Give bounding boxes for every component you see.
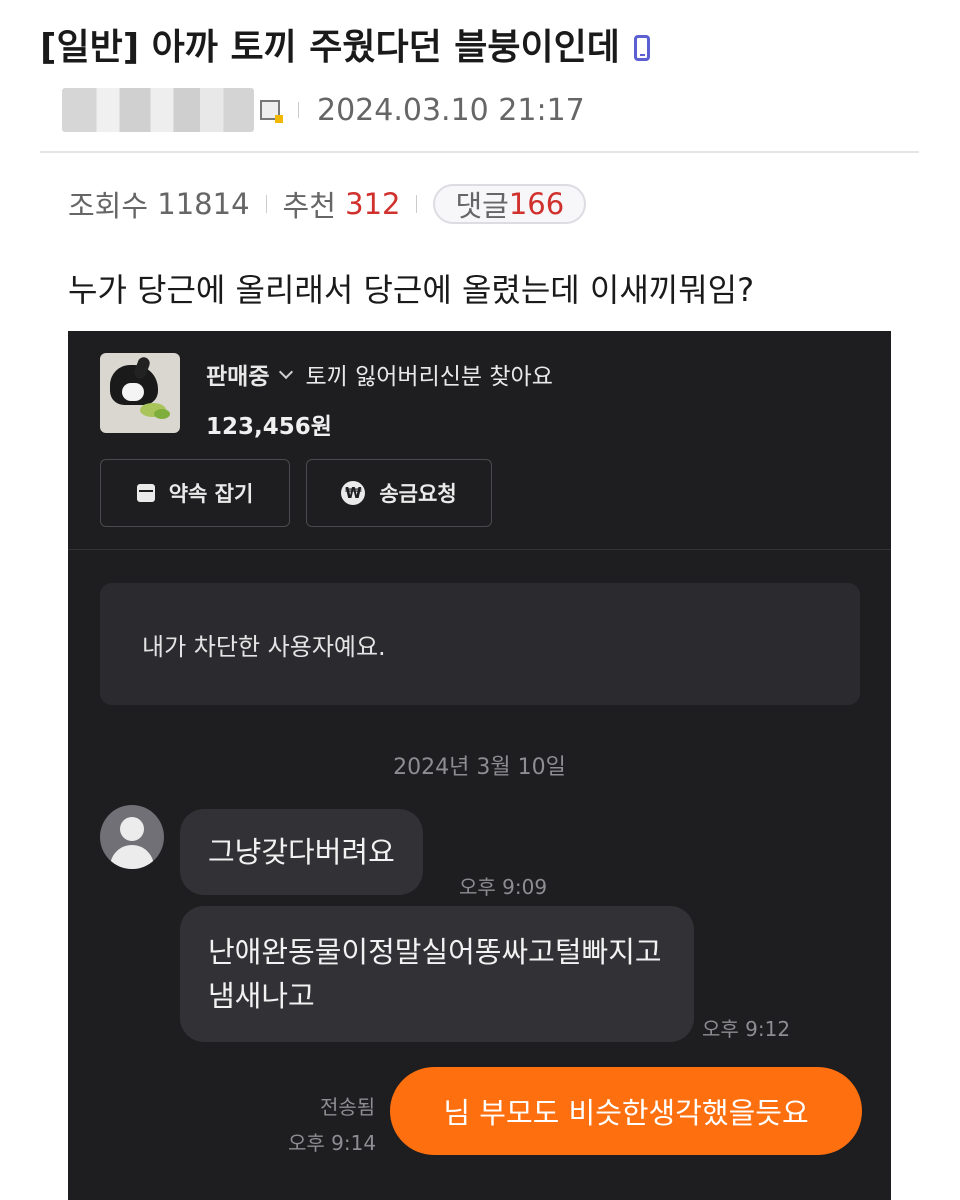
product-info: 판매중 토끼 잃어버리신분 찾아요 123,456원 bbox=[206, 357, 553, 441]
won-icon: ₩ bbox=[341, 481, 366, 505]
message-time: 오후 9:09 bbox=[459, 875, 548, 899]
chat-date-separator: 2024년 3월 10일 bbox=[393, 755, 566, 780]
lettuce-leaf bbox=[154, 409, 170, 419]
recommend-label: 추천 bbox=[282, 189, 336, 223]
stats-divider bbox=[265, 195, 267, 213]
product-thumbnail[interactable] bbox=[100, 353, 180, 433]
member-grade-icon bbox=[260, 100, 283, 123]
received-message[interactable]: 그냥갖다버려요 bbox=[180, 809, 423, 895]
default-avatar-icon[interactable] bbox=[100, 805, 164, 869]
chevron-down-icon[interactable] bbox=[279, 364, 294, 380]
blocked-user-notice: 내가 차단한 사용자예요. bbox=[100, 583, 860, 705]
stats-divider bbox=[416, 195, 418, 213]
post-stats: 조회수 11814 추천 312 댓글 166 bbox=[68, 182, 587, 226]
transfer-button-label: 송금요청 bbox=[379, 482, 457, 506]
post-title: [일반] 아까 토끼 주웠다던 블붕이인데 bbox=[40, 18, 650, 70]
product-title: 토끼 잃어버리신분 찾아요 bbox=[305, 364, 553, 390]
views-label: 조회수 bbox=[68, 189, 149, 223]
post-title-text: [일반] 아까 토끼 주웠다던 블붕이인데 bbox=[40, 27, 620, 68]
views-count: 11814 bbox=[157, 187, 250, 221]
recommend-count: 312 bbox=[345, 187, 401, 221]
post-date: 2024.03.10 21:17 bbox=[317, 92, 585, 128]
appointment-button[interactable]: 약속 잡기 bbox=[100, 459, 290, 527]
product-price: 123,456원 bbox=[206, 414, 332, 440]
chat-screenshot: 판매중 토끼 잃어버리신분 찾아요 123,456원 약속 잡기 ₩ 송금요청 … bbox=[68, 331, 891, 1200]
appointment-button-label: 약속 잡기 bbox=[168, 482, 254, 506]
header-divider bbox=[40, 151, 919, 153]
avatar-head bbox=[120, 817, 144, 841]
message-time: 오후 9:14 bbox=[288, 1131, 377, 1155]
transfer-request-button[interactable]: ₩ 송금요청 bbox=[306, 459, 492, 527]
mobile-phone-icon bbox=[633, 35, 650, 61]
post-meta: 2024.03.10 21:17 bbox=[62, 88, 585, 132]
product-header[interactable]: 판매중 토끼 잃어버리신분 찾아요 123,456원 bbox=[100, 353, 553, 441]
post-body-text: 누가 당근에 올리래서 당근에 올렸는데 이새끼뭐임? bbox=[68, 271, 755, 309]
message-time: 오후 9:12 bbox=[702, 1017, 791, 1041]
comments-label: 댓글 bbox=[455, 189, 509, 223]
calendar-icon bbox=[136, 484, 155, 502]
sale-status[interactable]: 판매중 bbox=[206, 357, 269, 391]
product-title-row: 판매중 토끼 잃어버리신분 찾아요 bbox=[206, 357, 553, 391]
chat-divider bbox=[68, 549, 891, 550]
comments-count: 166 bbox=[508, 187, 565, 221]
sent-status: 전송됨 bbox=[320, 1095, 376, 1119]
sent-message[interactable]: 님 부모도 비슷한생각했을듯요 bbox=[390, 1067, 862, 1155]
author-nickname-blurred[interactable] bbox=[62, 88, 254, 132]
received-message[interactable]: 난애완동물이정말실어똥싸고털빠지고냄새나고 bbox=[180, 906, 694, 1042]
avatar-shoulders bbox=[110, 845, 154, 869]
meta-divider bbox=[298, 102, 299, 118]
comments-button[interactable]: 댓글 166 bbox=[433, 184, 587, 224]
rabbit-patch bbox=[122, 383, 144, 401]
